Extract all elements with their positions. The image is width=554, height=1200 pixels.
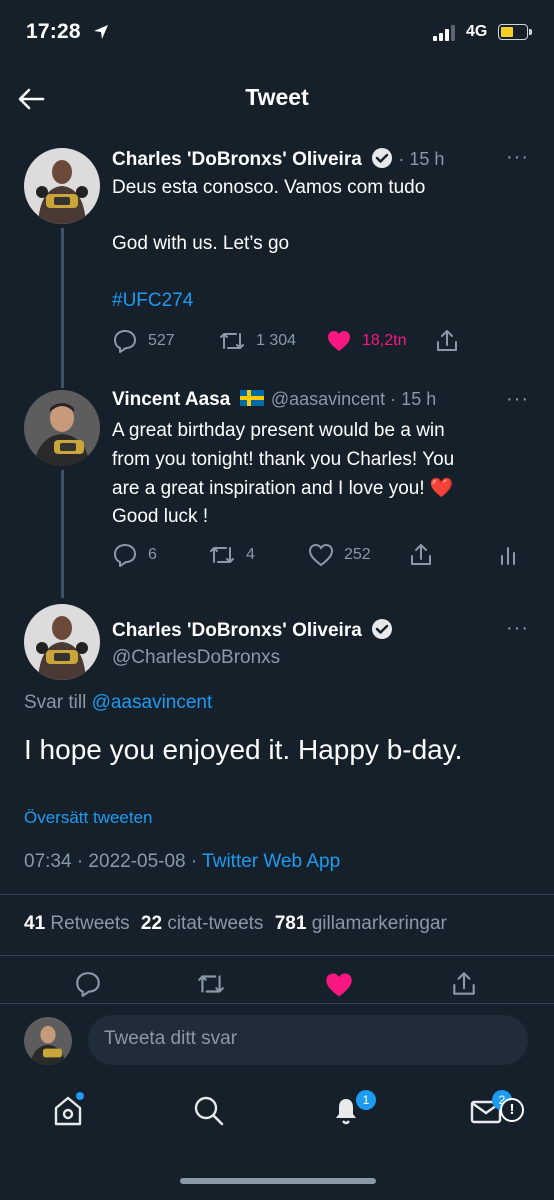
location-arrow-icon xyxy=(92,23,110,46)
reply-to-link[interactable]: @aasavincent xyxy=(92,692,213,713)
top-bar: Tweet xyxy=(0,68,554,128)
reply-button[interactable]: 6 xyxy=(112,542,157,568)
reply-icon xyxy=(114,544,136,567)
retweet-button[interactable] xyxy=(196,970,226,998)
like-count: 18,2tn xyxy=(362,332,407,349)
reply-compose-input[interactable]: Tweeta ditt svar xyxy=(88,1015,528,1065)
tab-messages[interactable]: 2 ! xyxy=(466,1090,524,1130)
tweet-time: · 15 h xyxy=(398,149,445,169)
sweden-flag-icon xyxy=(239,390,264,406)
retweet-icon xyxy=(220,333,244,349)
new-content-dot xyxy=(76,1092,84,1100)
main-tweet-text: I hope you enjoyed it. Happy b-day. xyxy=(24,734,463,765)
tweet-text: Good luck ! xyxy=(112,506,209,527)
more-options-icon[interactable]: ··· xyxy=(506,388,529,411)
author-handle[interactable]: @CharlesDoBronxs xyxy=(112,644,280,672)
share-icon xyxy=(453,972,475,995)
tab-notifications[interactable]: 1 xyxy=(326,1090,376,1130)
home-indicator xyxy=(180,1178,376,1184)
divider xyxy=(0,955,554,956)
retweet-count: 1 304 xyxy=(256,332,297,349)
reply-count: 6 xyxy=(148,546,157,563)
retweets-stat[interactable]: 41 Retweets xyxy=(24,913,130,934)
battery-icon xyxy=(498,24,532,40)
reply-icon xyxy=(114,330,136,353)
status-bar: 17:28 4G xyxy=(0,0,554,68)
alert-icon: ! xyxy=(500,1098,524,1122)
translate-link[interactable]: Översätt tweeten xyxy=(24,804,153,832)
thread-line xyxy=(61,228,64,388)
verified-badge-icon xyxy=(372,148,393,168)
like-button[interactable]: 252 xyxy=(308,542,371,568)
tweet-text: from you tonight! thank you Charles! You xyxy=(112,449,455,470)
avatar[interactable] xyxy=(24,390,100,466)
share-icon xyxy=(411,544,431,565)
more-options-icon[interactable]: ··· xyxy=(506,146,529,169)
heart-outline-icon xyxy=(308,543,334,567)
reply-count: 527 xyxy=(148,332,175,349)
thread-line xyxy=(61,470,64,598)
page-title: Tweet xyxy=(245,84,309,110)
retweet-button[interactable]: 4 xyxy=(208,542,255,568)
engagement-stats: 41 Retweets 22 citat-tweets 781 gillamar… xyxy=(24,910,447,938)
notifications-badge: 1 xyxy=(356,1090,376,1110)
author-name[interactable]: Vincent Aasa 🇸🇪 @aasavincent · 15 h xyxy=(112,389,436,411)
share-icon xyxy=(437,330,457,351)
reply-button[interactable] xyxy=(74,970,102,998)
divider xyxy=(0,894,554,895)
compose-placeholder: Tweeta ditt svar xyxy=(104,1028,238,1049)
reply-context: Svar till @aasavincent xyxy=(24,692,213,713)
signal-icon xyxy=(433,25,459,46)
tab-home[interactable] xyxy=(48,1090,88,1130)
likes-stat[interactable]: 781 gillamarkeringar xyxy=(275,913,447,934)
heart-filled-icon xyxy=(328,331,350,351)
analytics-icon xyxy=(501,547,515,565)
like-button[interactable] xyxy=(324,970,354,1000)
share-button[interactable] xyxy=(408,542,434,568)
tweet-text: God with us. Let’s go xyxy=(112,233,290,254)
like-button[interactable]: 18,2tn xyxy=(326,328,406,354)
author-name[interactable]: Charles 'DoBronxs' Oliveira xyxy=(112,618,393,642)
reply-icon xyxy=(76,972,100,997)
analytics-button[interactable] xyxy=(498,542,518,568)
tweet-timestamp: 07:34 · 2022-05-08 · Twitter Web App xyxy=(24,851,341,872)
search-icon xyxy=(194,1096,224,1126)
tweet-handle: @aasavincent · 15 h xyxy=(270,389,437,409)
network-type: 4G xyxy=(466,23,488,40)
status-time: 17:28 xyxy=(26,20,81,43)
reply-button[interactable]: 527 xyxy=(112,328,175,354)
source-link[interactable]: Twitter Web App xyxy=(202,851,340,872)
tweet-text: Deus esta conosco. Vamos com tudo xyxy=(112,177,426,198)
tweet-text: A great birthday present would be a win xyxy=(112,420,445,441)
hashtag-link[interactable]: #UFC274 xyxy=(112,287,193,315)
quotes-stat[interactable]: 22 citat-tweets xyxy=(141,913,264,934)
avatar[interactable] xyxy=(24,604,100,680)
retweet-icon xyxy=(198,975,224,993)
my-avatar[interactable] xyxy=(24,1017,72,1065)
share-button[interactable] xyxy=(434,328,460,354)
verified-badge-icon xyxy=(372,619,393,639)
retweet-button[interactable]: 1 304 xyxy=(218,328,296,354)
like-count: 252 xyxy=(344,546,371,563)
retweet-count: 4 xyxy=(246,546,255,563)
heart-filled-icon xyxy=(326,973,352,997)
author-name[interactable]: Charles 'DoBronxs' Oliveira · 15 h xyxy=(112,147,444,171)
share-button[interactable] xyxy=(450,970,478,998)
tab-search[interactable] xyxy=(188,1090,228,1130)
more-options-icon[interactable]: ··· xyxy=(506,617,529,640)
avatar[interactable] xyxy=(24,148,100,224)
divider xyxy=(0,1003,554,1004)
retweet-icon xyxy=(210,547,234,563)
tweet-text: are a great inspiration and I love you! … xyxy=(112,478,454,499)
